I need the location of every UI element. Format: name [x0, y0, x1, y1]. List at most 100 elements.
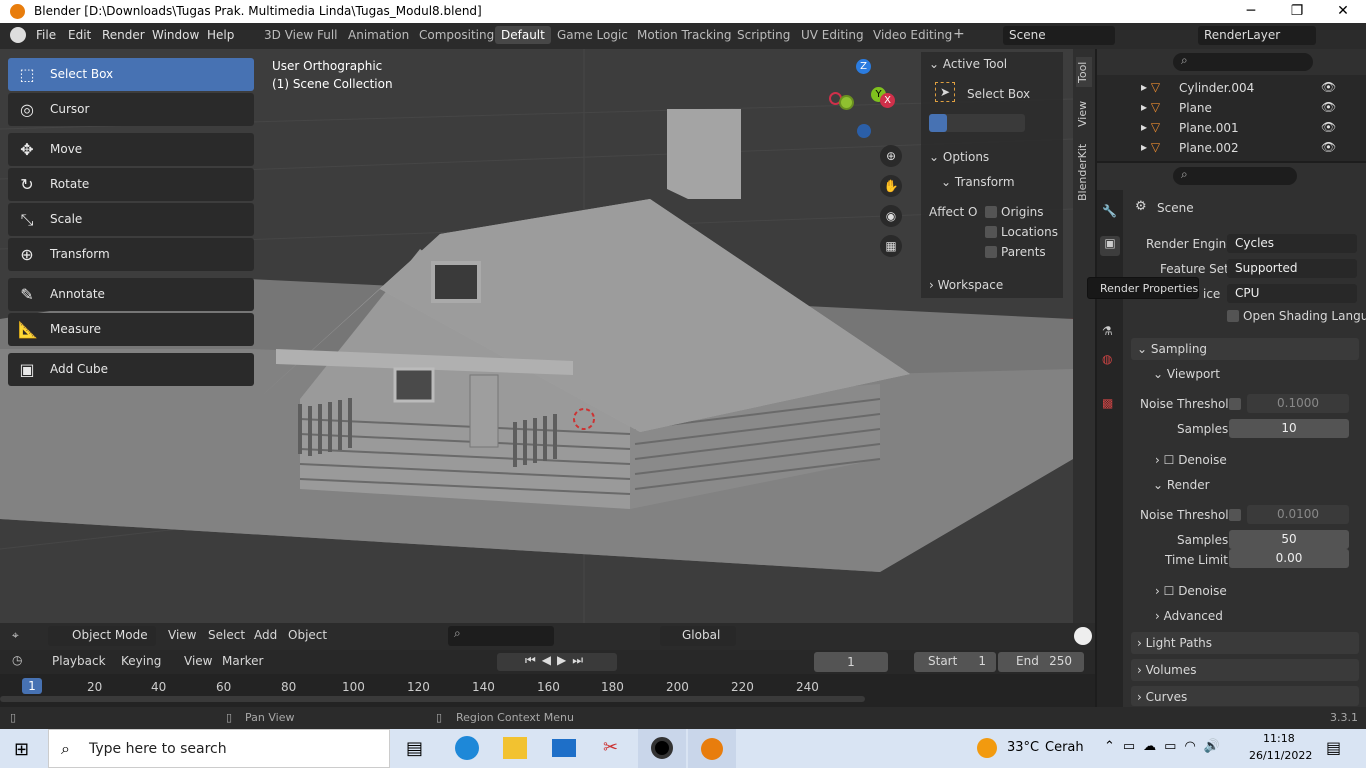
tool-transform[interactable]: ⊕ Transform	[8, 238, 254, 271]
mail-icon[interactable]	[552, 739, 576, 757]
time-limit-field[interactable]: 0.00	[1229, 549, 1349, 568]
tab-scripting[interactable]: Scripting	[737, 28, 790, 42]
render-subpanel[interactable]: ⌄ Render	[1153, 478, 1210, 492]
light-paths-panel[interactable]: › Light Paths	[1131, 632, 1359, 654]
end-frame-field[interactable]: End 250	[998, 652, 1084, 672]
recorder-app[interactable]	[638, 729, 686, 768]
system-tray-icons[interactable]: ⌃▭☁▭◠🔊	[1104, 739, 1228, 754]
parents-checkbox[interactable]	[985, 246, 997, 258]
render-engine-dropdown[interactable]: Cycles	[1227, 234, 1357, 253]
volumes-panel[interactable]: › Volumes	[1131, 659, 1359, 681]
outliner-row[interactable]: ▸ ▽ Plane.001 👁	[1097, 118, 1366, 138]
outliner-row[interactable]: ▸ ▽ Plane 👁	[1097, 98, 1366, 118]
menu-render[interactable]: Render	[102, 28, 145, 42]
render-noise-checkbox[interactable]	[1229, 509, 1241, 521]
advanced-subpanel[interactable]: › Advanced	[1155, 609, 1223, 623]
select-mode-buttons[interactable]	[929, 114, 1025, 132]
menu-select[interactable]: Select	[208, 628, 245, 642]
tab-animation[interactable]: Animation	[348, 28, 409, 42]
viewport-samples-field[interactable]: 10	[1229, 419, 1349, 438]
renderlayer-selector[interactable]: RenderLayer	[1198, 26, 1316, 45]
hand-pan-icon[interactable]: ✋	[880, 175, 902, 197]
device-dropdown[interactable]: CPU	[1227, 284, 1357, 303]
playback-controls[interactable]: ⏮◀▶⏭	[497, 653, 617, 671]
solid-shading-icon[interactable]	[1074, 627, 1092, 645]
tab-view[interactable]: View	[1076, 97, 1092, 131]
menu-view[interactable]: View	[168, 628, 196, 642]
blender-menu-icon[interactable]	[10, 27, 26, 43]
tab-tool[interactable]: Tool	[1076, 57, 1092, 87]
edge-icon[interactable]	[455, 736, 479, 760]
grid-ortho-icon[interactable]: ▦	[880, 235, 902, 257]
tool-annotate[interactable]: ✎ Annotate	[8, 278, 254, 311]
tool-scale[interactable]: ⤡ Scale	[8, 203, 254, 236]
select-mode-new-icon[interactable]	[929, 114, 947, 132]
menu-add[interactable]: Add	[254, 628, 277, 642]
tool-measure[interactable]: 📐 Measure	[8, 313, 254, 346]
clock-icon[interactable]: ◷	[12, 653, 22, 667]
task-view-icon[interactable]: ▤	[406, 738, 423, 759]
viewport-subpanel[interactable]: ⌄ Viewport	[1153, 367, 1220, 381]
gizmo-z[interactable]: Z	[856, 59, 871, 74]
tool-rotate[interactable]: ↻ Rotate	[8, 168, 254, 201]
properties-search-icon[interactable]: ⌕	[1173, 167, 1297, 185]
tab-blenderkit[interactable]: BlenderKit	[1076, 141, 1092, 203]
scene-selector[interactable]: Scene	[1003, 26, 1115, 45]
taskbar-search[interactable]: ⌕ Type here to search	[48, 729, 390, 768]
texture-tab-icon[interactable]: ▩	[1102, 396, 1113, 410]
gizmo-neg-y[interactable]	[839, 95, 854, 110]
menu-marker[interactable]: Marker	[222, 654, 263, 668]
playhead[interactable]: 1	[22, 678, 42, 694]
orientation-dropdown[interactable]: Global	[660, 626, 736, 646]
tool-add-cube[interactable]: ▣ Add Cube	[8, 353, 254, 386]
options-header[interactable]: ⌄ Options	[929, 150, 989, 164]
visibility-eye-icon[interactable]: 👁	[1321, 80, 1336, 94]
tab-motion-tracking[interactable]: Motion Tracking	[637, 28, 731, 42]
visibility-eye-icon[interactable]: 👁	[1321, 100, 1336, 114]
outliner-row[interactable]: ▸ ▽ Cylinder.004 👁	[1097, 78, 1366, 98]
camera-icon[interactable]: ◉	[880, 205, 902, 227]
viewport-noise-checkbox[interactable]	[1229, 398, 1241, 410]
active-tool-header[interactable]: ⌄ Active Tool	[929, 57, 1007, 71]
viewport-denoise-subpanel[interactable]: › ☐ Denoise	[1155, 453, 1227, 467]
current-frame-field[interactable]: 1	[814, 652, 888, 672]
tab-3d-view-full[interactable]: 3D View Full	[264, 28, 338, 42]
menu-keying[interactable]: Keying	[121, 654, 161, 668]
menu-help[interactable]: Help	[207, 28, 234, 42]
menu-edit[interactable]: Edit	[68, 28, 91, 42]
viewport-search-icon[interactable]: ⌕	[448, 626, 554, 646]
start-frame-field[interactable]: Start 1	[914, 652, 996, 672]
outliner-row[interactable]: ▸ ▽ Plane.002 👁	[1097, 138, 1366, 158]
tool-move[interactable]: ✥ Move	[8, 133, 254, 166]
tool-tab-icon[interactable]: 🔧	[1102, 204, 1117, 218]
add-workspace-icon[interactable]: +	[953, 26, 965, 42]
menu-object[interactable]: Object	[288, 628, 327, 642]
visibility-eye-icon[interactable]: 👁	[1321, 120, 1336, 134]
osl-checkbox[interactable]	[1227, 310, 1239, 322]
viewport-noise-field[interactable]: 0.1000	[1247, 394, 1349, 413]
gizmo-x[interactable]: X	[880, 93, 895, 108]
feature-set-dropdown[interactable]: Supported	[1227, 259, 1357, 278]
maximize-button[interactable]: ❐	[1274, 0, 1320, 23]
origins-checkbox[interactable]	[985, 206, 997, 218]
curves-panel[interactable]: › Curves	[1131, 686, 1359, 706]
outliner-search-icon[interactable]: ⌕	[1173, 53, 1313, 71]
menu-file[interactable]: File	[36, 28, 56, 42]
render-tab-icon[interactable]: ▣	[1100, 236, 1120, 256]
menu-playback[interactable]: Playback	[52, 654, 106, 668]
visibility-eye-icon[interactable]: 👁	[1321, 140, 1336, 154]
locations-checkbox[interactable]	[985, 226, 997, 238]
tab-compositing[interactable]: Compositing	[419, 28, 494, 42]
tab-default[interactable]: Default	[495, 26, 551, 44]
tool-cursor[interactable]: ◎ Cursor	[8, 93, 254, 126]
world-tab-icon[interactable]: ◍	[1102, 352, 1112, 366]
blender-taskbar-app[interactable]	[688, 729, 736, 768]
app-icon[interactable]: ✂	[603, 737, 618, 758]
file-explorer-icon[interactable]	[503, 737, 527, 759]
editor-type-icon[interactable]: ⌖	[12, 628, 19, 643]
tool-select-box[interactable]: ⬚ Select Box	[8, 58, 254, 91]
sampling-panel[interactable]: ⌄ Sampling	[1131, 338, 1359, 360]
workspace-header[interactable]: › Workspace	[929, 278, 1003, 292]
navigation-gizmo[interactable]: Z Y X	[826, 59, 906, 139]
gizmo-neg-z[interactable]	[857, 124, 871, 138]
